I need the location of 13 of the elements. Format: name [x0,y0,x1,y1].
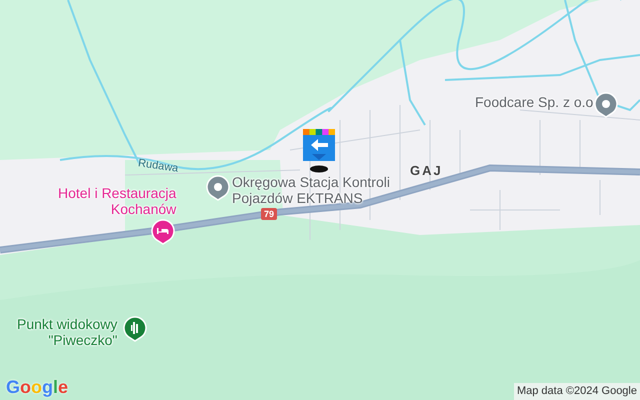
place-pin-icon[interactable] [594,92,618,118]
location-marker-icon[interactable] [302,128,336,174]
area-label: GAJ [410,163,443,178]
bed-pin-icon[interactable] [151,219,175,245]
place-label[interactable]: Hotel i Restauracja Kochanów [58,185,176,217]
google-logo: Google [6,377,68,398]
road-number-sign: 79 [261,208,278,220]
place-pin-icon[interactable] [206,175,230,201]
map-attribution: Map data ©2024 Google [514,383,640,400]
place-label[interactable]: Punkt widokowy "Piweczko" [17,316,118,348]
place-label[interactable]: Okręgowa Stacja Kontroli Pojazdów EKTRANS [232,174,390,206]
river-label: Rudawa [137,157,179,175]
place-label[interactable]: Foodcare Sp. z o.o [475,94,594,110]
